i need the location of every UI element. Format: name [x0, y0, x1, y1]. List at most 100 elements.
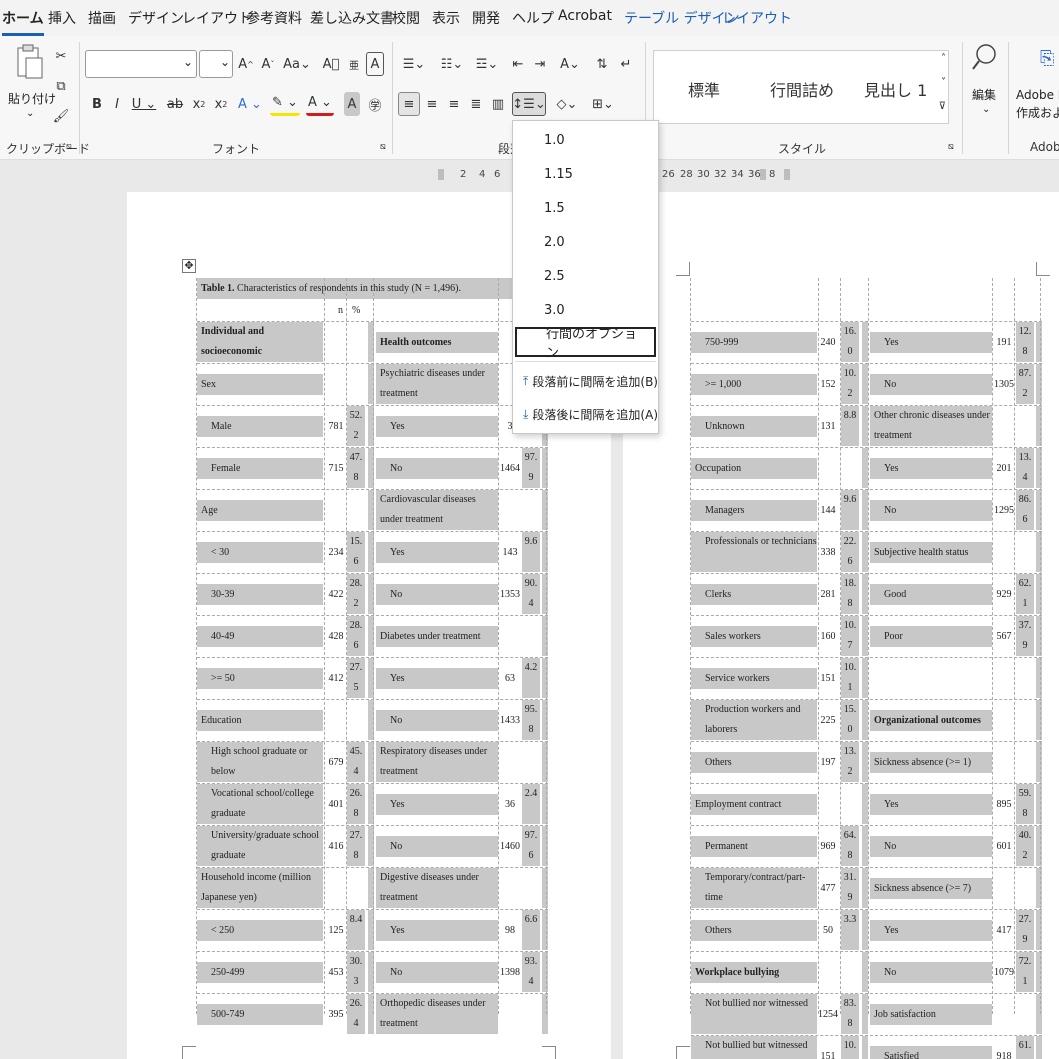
- tab-8[interactable]: 表示: [432, 8, 460, 28]
- ruler-margin-marker[interactable]: [438, 169, 444, 180]
- option-label: 段落後に間隔を追加(A): [532, 407, 658, 422]
- gallery-scroll-down-icon[interactable]: ˅: [941, 77, 946, 88]
- line-spacing-button[interactable]: ↕☰⌄: [512, 92, 546, 116]
- tab-13[interactable]: レイアウト: [722, 8, 792, 28]
- paste-button-label[interactable]: 貼り付け: [8, 90, 56, 107]
- character-border-icon[interactable]: A: [366, 52, 384, 76]
- row-count: 225: [820, 715, 836, 726]
- line-spacing-option[interactable]: 1.5: [513, 193, 658, 223]
- row-label: Unknown: [691, 416, 817, 437]
- tab-1[interactable]: 挿入: [48, 8, 76, 28]
- sort-icon[interactable]: ⇅: [592, 52, 612, 76]
- copy-icon[interactable]: ⧉: [50, 74, 72, 98]
- ruler-margin-marker[interactable]: [760, 169, 766, 180]
- show-marks-icon[interactable]: ↵: [616, 52, 636, 76]
- adobe-pdf-label-1[interactable]: Adobe P: [1016, 88, 1059, 102]
- enclose-characters-icon[interactable]: ㊫: [364, 92, 386, 116]
- borders-icon[interactable]: ⊞⌄: [588, 92, 618, 116]
- add-space-before-item[interactable]: ⤒ 段落前に間隔を追加(B): [513, 366, 658, 396]
- row-percent: 47.8: [347, 448, 365, 488]
- character-shading-icon[interactable]: A: [344, 92, 360, 116]
- phonetic-guide-icon[interactable]: 亜: [344, 52, 364, 76]
- font-size-box[interactable]: ⌄: [199, 50, 233, 78]
- align-right-icon[interactable]: ≡: [444, 92, 464, 116]
- multilevel-list-icon[interactable]: ☲⌄: [472, 52, 502, 76]
- tab-5[interactable]: 参考資料: [246, 8, 302, 28]
- decrease-indent-icon[interactable]: ⇤: [508, 52, 528, 76]
- adobe-pdf-label-2[interactable]: 作成およ: [1016, 104, 1059, 121]
- underline-icon[interactable]: U ⌄: [130, 92, 158, 116]
- chevron-down-icon[interactable]: ⌄: [220, 55, 230, 69]
- search-icon[interactable]: [970, 42, 998, 76]
- chevron-down-icon[interactable]: ⌄: [183, 55, 193, 69]
- tab-6[interactable]: 差し込み文書: [310, 8, 394, 28]
- row-count: 50: [823, 925, 833, 936]
- superscript-icon[interactable]: x2: [212, 92, 230, 116]
- end-cell-marker: [542, 574, 548, 614]
- strikethrough-icon[interactable]: ab: [164, 92, 186, 116]
- chevron-down-icon[interactable]: ⌄: [982, 104, 990, 115]
- row-label: Managers: [691, 500, 817, 521]
- font-color-icon[interactable]: A ⌄: [306, 92, 334, 116]
- justify-icon[interactable]: ≣: [466, 92, 486, 116]
- bullets-icon[interactable]: ☰⌄: [398, 52, 430, 76]
- clipboard-launcher-icon[interactable]: ⧅: [66, 142, 72, 152]
- grow-font-icon[interactable]: A ^: [236, 52, 256, 76]
- styles-gallery[interactable]: 標準 行間詰め 見出し 1 ˄ ˅ ⊽: [653, 50, 949, 124]
- clipboard-group-label: クリップボード: [6, 142, 91, 156]
- tab-2[interactable]: 描画: [88, 8, 116, 28]
- table-move-handle-icon[interactable]: ✥: [182, 259, 196, 273]
- text-effects-icon[interactable]: A ⌄: [236, 92, 264, 116]
- ruler-margin-marker[interactable]: [784, 169, 790, 180]
- highlight-color-icon[interactable]: ✎ ⌄: [270, 92, 300, 116]
- end-cell-marker: [1036, 700, 1042, 740]
- style-no-spacing[interactable]: 行間詰め: [770, 77, 834, 101]
- character-spacing-icon[interactable]: A⌄: [554, 52, 586, 76]
- bold-icon[interactable]: B: [88, 92, 106, 116]
- line-spacing-option[interactable]: 2.0: [513, 227, 658, 257]
- align-left-icon[interactable]: ≡: [398, 92, 420, 116]
- line-spacing-option[interactable]: 2.5: [513, 261, 658, 291]
- cut-icon[interactable]: ✂: [50, 44, 72, 68]
- distributed-icon[interactable]: ▥: [488, 92, 508, 116]
- edit-button-label[interactable]: 編集: [972, 86, 996, 103]
- shrink-font-icon[interactable]: Aˇ: [258, 52, 278, 76]
- gallery-scroll-up-icon[interactable]: ˄: [941, 53, 946, 64]
- tab-11[interactable]: Acrobat: [558, 8, 612, 24]
- line-spacing-option[interactable]: 1.0: [513, 125, 658, 155]
- tab-10[interactable]: ヘルプ: [512, 8, 554, 28]
- clear-formatting-icon[interactable]: A⃠: [320, 52, 342, 76]
- change-case-icon[interactable]: Aa⌄: [282, 52, 312, 76]
- line-spacing-option[interactable]: 3.0: [513, 295, 658, 325]
- align-center-icon[interactable]: ≡: [422, 92, 442, 116]
- row-label: Yes: [870, 332, 992, 353]
- gallery-more-icon[interactable]: ⊽: [939, 101, 946, 112]
- end-cell-marker: [542, 700, 548, 740]
- paste-chevron-icon[interactable]: ⌄: [26, 108, 34, 119]
- adobe-pdf-icon[interactable]: ⎘: [1040, 48, 1054, 69]
- numbering-icon[interactable]: ☷⌄: [436, 52, 468, 76]
- line-spacing-option[interactable]: 1.15: [513, 159, 658, 189]
- format-painter-icon[interactable]: 🖌: [50, 104, 72, 128]
- add-space-after-item[interactable]: ⤓ 段落後に間隔を追加(A): [513, 399, 658, 429]
- tab-7[interactable]: 校閲: [392, 8, 420, 28]
- line-spacing-options-item[interactable]: 行間のオプション...: [515, 327, 656, 361]
- tab-3[interactable]: デザイン: [128, 8, 184, 28]
- style-heading-1[interactable]: 見出し 1: [864, 77, 927, 101]
- styles-launcher-icon[interactable]: ⧅: [948, 142, 954, 152]
- font-name-box[interactable]: ⌄: [85, 50, 197, 78]
- row-label: Yes: [870, 920, 992, 941]
- increase-indent-icon[interactable]: ⇥: [530, 52, 550, 76]
- row-percent: 83.8: [841, 994, 859, 1034]
- subscript-icon[interactable]: x2: [190, 92, 208, 116]
- tab-4[interactable]: レイアウト: [182, 8, 252, 28]
- paste-icon[interactable]: [14, 44, 44, 86]
- italic-icon[interactable]: I: [108, 92, 126, 116]
- shading-icon[interactable]: ◇⌄: [552, 92, 582, 116]
- tab-0[interactable]: ホーム: [2, 8, 44, 36]
- tab-9[interactable]: 開発: [472, 8, 500, 28]
- style-normal[interactable]: 標準: [688, 77, 720, 101]
- row-label: Yes: [376, 794, 498, 815]
- row-percent: 18.8: [841, 574, 859, 614]
- font-launcher-icon[interactable]: ⧅: [380, 142, 386, 152]
